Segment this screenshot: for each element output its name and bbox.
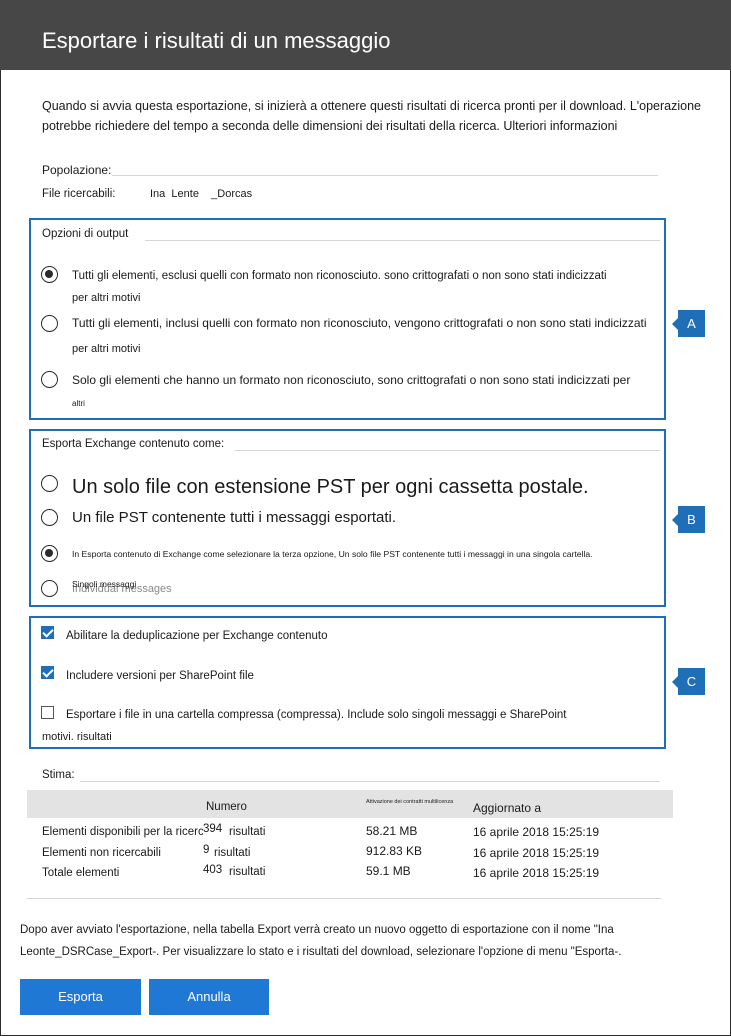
row-size: 59.1 MB <box>366 864 411 878</box>
callout-c: C <box>672 668 705 695</box>
versions-option-text: Includere versioni per SharePoint file <box>66 670 254 682</box>
exchange-option-4-text: Singoli messaggi <box>72 579 137 589</box>
radio-button[interactable] <box>41 509 58 526</box>
callout-a: A <box>672 310 705 337</box>
exchange-option-2-text: Un file PST contenente tutti i messaggi … <box>72 509 397 526</box>
radio-button[interactable] <box>41 371 58 388</box>
exchange-option-3-text: In Esporta contenuto di Exchange come se… <box>72 549 593 559</box>
footer-text-line-1: Dopo aver avviato l'esportazione, nella … <box>20 924 614 936</box>
row-date: 16 aprile 2018 15:25:19 <box>473 825 600 839</box>
estimate-table-header <box>27 790 673 818</box>
population-divider <box>112 175 658 176</box>
row-unit: risultati <box>214 847 251 859</box>
footer-text-line-2: Leonte_DSRCase_Export-. Per visualizzare… <box>20 946 622 958</box>
searchable-files-label: File ricercabili: <box>42 188 116 200</box>
radio-button[interactable] <box>41 475 58 492</box>
checkbox[interactable] <box>41 626 54 639</box>
estimate-divider <box>80 781 660 782</box>
export-button[interactable]: Esporta <box>20 979 141 1015</box>
row-unit: risultati <box>229 866 266 878</box>
radio-button[interactable] <box>41 266 58 283</box>
col-updated: Aggiornato a <box>473 801 542 815</box>
output-option-3-text: Solo gli elementi che hanno un formato n… <box>72 373 631 387</box>
row-size: 58.21 MB <box>366 824 418 838</box>
row-label: Elementi disponibili per la ricerca <box>42 826 211 838</box>
exchange-export-divider <box>235 450 660 451</box>
radio-button[interactable] <box>41 545 58 562</box>
checkbox[interactable] <box>41 666 54 679</box>
row-unit: risultati <box>229 826 266 838</box>
row-label: Totale elementi <box>42 867 120 879</box>
intro-text: Quando si avvia questa esportazione, si … <box>42 96 702 136</box>
radio-button[interactable] <box>41 315 58 332</box>
output-option-3-text-cont: altri <box>72 399 85 408</box>
intro-line-2: potrebbe richiedere del tempo a seconda … <box>42 119 618 133</box>
output-option-1-text-cont: per altri motivi <box>72 292 141 304</box>
row-count: 9 <box>203 844 210 856</box>
row-label: Elementi non ricercabili <box>42 847 161 859</box>
output-option-1-text: Tutti gli elementi, esclusi quelli con f… <box>72 270 607 282</box>
estimate-bottom-divider <box>27 898 661 899</box>
cancel-button[interactable]: Annulla <box>149 979 269 1015</box>
output-options-label: Opzioni di output <box>42 228 129 240</box>
exchange-export-label: Esporta Exchange contenuto come: <box>42 438 225 450</box>
dedup-option-text: Abilitare la deduplicazione per Exchange… <box>66 630 328 642</box>
radio-button[interactable] <box>41 580 58 597</box>
row-date: 16 aprile 2018 15:25:19 <box>473 866 600 880</box>
population-label: Popolazione: <box>42 163 112 177</box>
compress-option-text: Esportare i file in una cartella compres… <box>66 709 567 721</box>
exchange-option-1-text: Un solo file con estensione PST per ogni… <box>72 476 589 498</box>
searchable-files-value: Ina Lente _Dorcas <box>150 188 253 200</box>
row-count: 403 <box>203 864 223 876</box>
row-date: 16 aprile 2018 15:25:19 <box>473 846 600 860</box>
col-size: Attivazione dei contratti multilicenza <box>366 799 454 805</box>
callout-b: B <box>672 506 705 533</box>
dialog-title: Esportare i risultati di un messaggio <box>42 28 391 53</box>
dialog-header: Esportare i risultati di un messaggio <box>0 0 731 70</box>
row-count: 394 <box>203 823 223 835</box>
row-size: 912.83 KB <box>366 844 423 858</box>
output-option-2-text-cont: per altri motivi <box>72 343 141 355</box>
output-option-2-text: Tutti gli elementi, inclusi quelli con f… <box>72 316 647 330</box>
col-number: Numero <box>206 801 247 813</box>
compress-option-text-cont: motivi. risultati <box>42 731 112 743</box>
intro-line-1: Quando si avvia questa esportazione, si … <box>42 99 702 113</box>
estimate-label: Stima: <box>42 769 75 781</box>
checkbox[interactable] <box>41 706 54 719</box>
output-options-divider <box>145 240 660 241</box>
